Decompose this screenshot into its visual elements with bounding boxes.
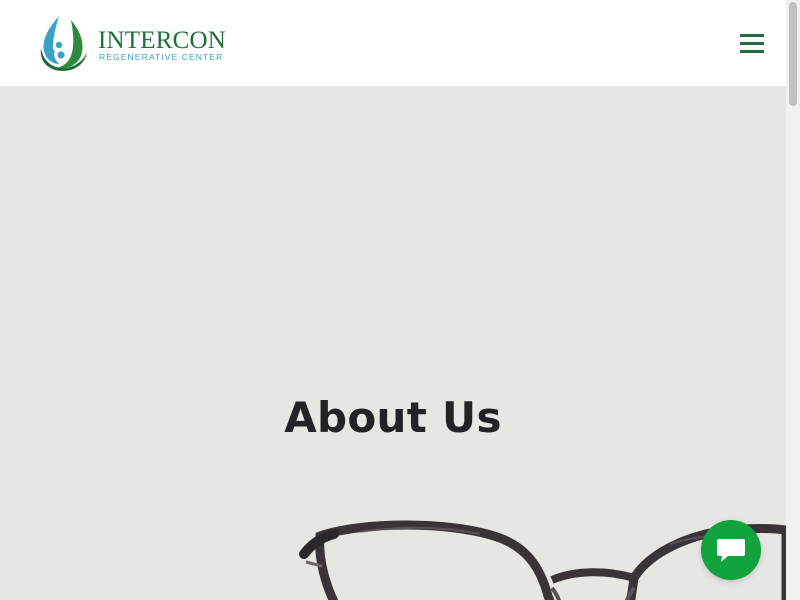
about-hero: About Us — [0, 86, 786, 600]
site-logo[interactable]: INTERCON REGENERATIVE CENTER — [37, 14, 227, 74]
leaf-drop-logo-icon — [40, 16, 87, 71]
menu-line — [740, 42, 764, 45]
logo-name: INTERCON — [98, 27, 226, 54]
menu-line — [740, 50, 764, 53]
logo-subtitle: REGENERATIVE CENTER — [99, 52, 224, 62]
site-header: INTERCON REGENERATIVE CENTER — [0, 0, 786, 86]
chat-button[interactable] — [701, 520, 761, 580]
scrollbar-thumb[interactable] — [789, 2, 797, 106]
chat-bubble-icon — [717, 539, 745, 562]
page-scrollbar[interactable] — [786, 0, 800, 600]
page-title: About Us — [284, 393, 502, 442]
hamburger-menu-icon[interactable] — [740, 34, 765, 56]
page: INTERCON REGENERATIVE CENTER About Us — [0, 0, 800, 600]
menu-line — [740, 34, 764, 37]
